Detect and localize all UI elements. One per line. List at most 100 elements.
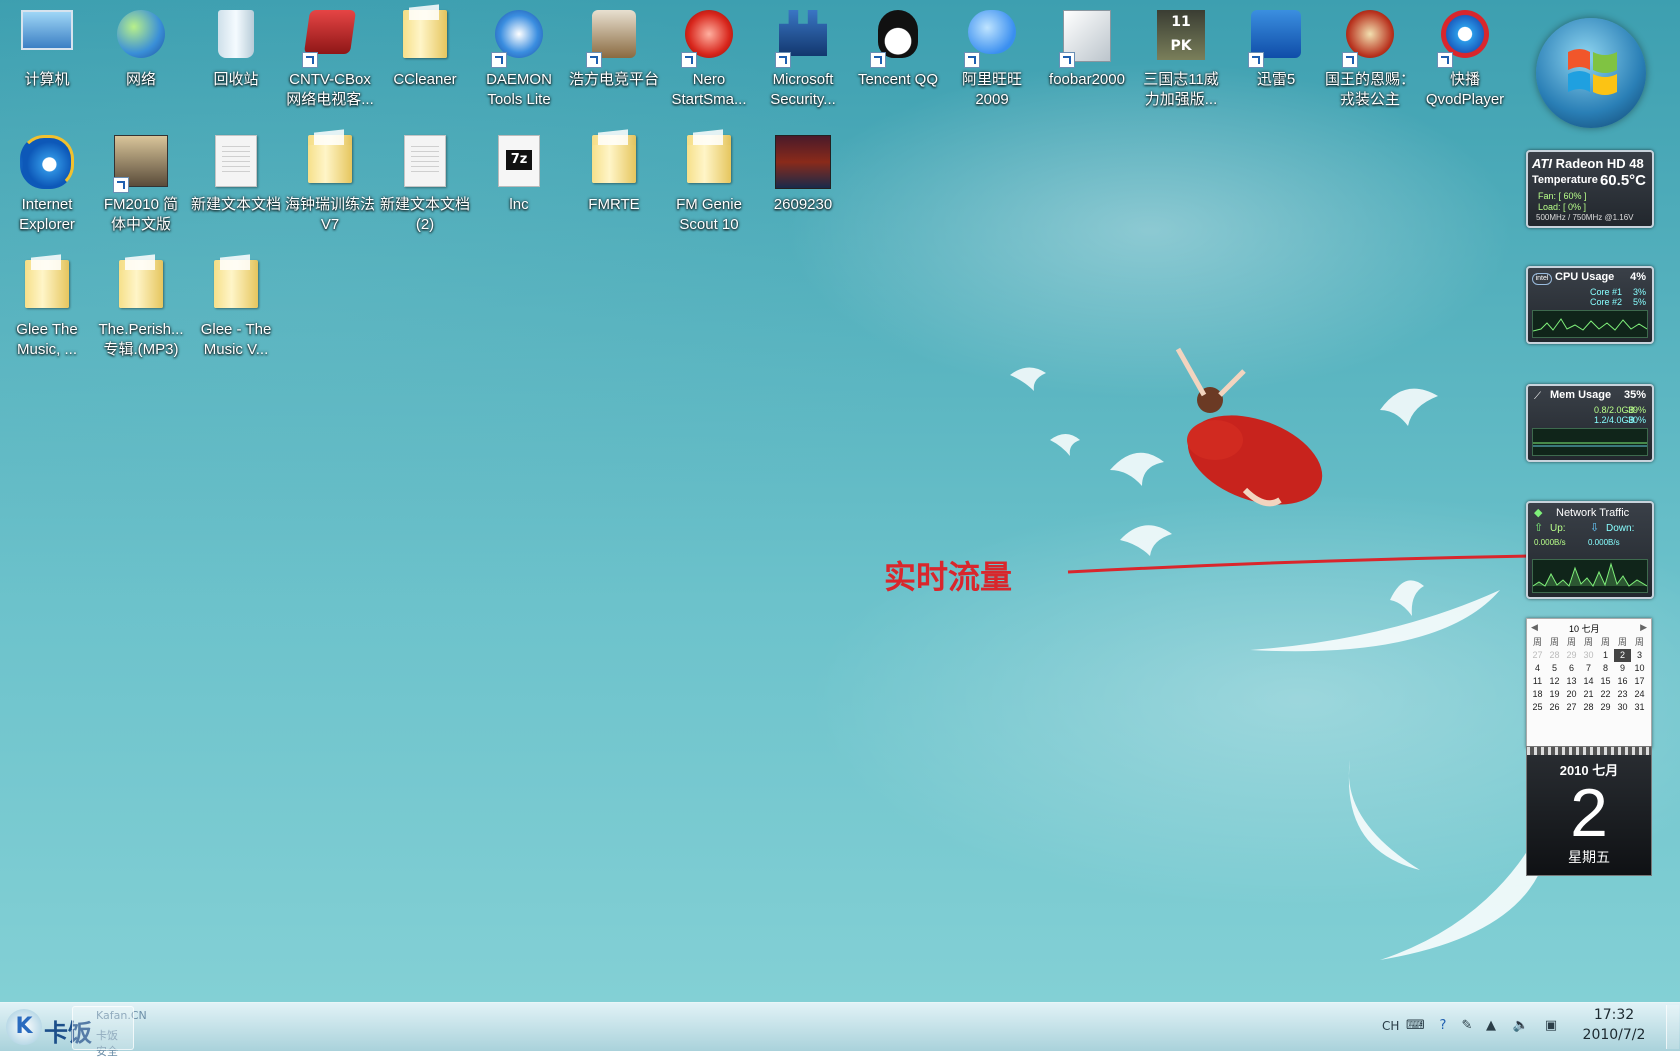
calendar-day[interactable]: 26 [1546,701,1563,714]
show-desktop-button[interactable] [1666,1005,1679,1049]
date-day: 2 [1570,775,1608,851]
calendar-day[interactable]: 7 [1580,662,1597,675]
desktop-icon-label: 新建文本文档 [191,196,282,213]
core1-label: Core #1 [1590,287,1623,297]
calendar-day[interactable]: 29 [1563,649,1580,662]
desktop-icon-ms-security[interactable]: Microsoft Security... [756,2,850,114]
network-icon: ◆ [1534,507,1543,519]
calendar-day[interactable]: 31 [1631,701,1648,714]
calendar-day[interactable]: 23 [1614,688,1631,701]
desktop-icon-training-folder[interactable]: 海钟瑞训练法 V7 [283,127,377,239]
shortcut-arrow-icon [113,177,129,193]
calendar-day[interactable]: 27 [1563,701,1580,714]
calendar-day[interactable]: 3 [1631,649,1648,662]
calendar-day[interactable]: 28 [1580,701,1597,714]
desktop-icon-fmrte[interactable]: FMRTE [567,127,661,239]
calendar-gadget[interactable]: ◀ 10 七月 ▶ 周周周周周周周 27 28 29 30 1 2 3 4 5 6 7 8 9 10 11 12… [1526,618,1652,748]
next-month-icon[interactable]: ▶ [1640,622,1647,633]
calendar-day[interactable]: 28 [1546,649,1563,662]
desktop-icon-glee-music-v[interactable]: Glee - The Music V... [189,252,283,364]
clock[interactable]: 17:32 2010/7/2 [1572,1007,1656,1043]
calendar-day[interactable]: 13 [1563,675,1580,688]
desktop-icon-label: DAEMON Tools Lite [486,71,552,108]
taskbar-window-button[interactable] [72,1006,134,1050]
mem-gadget[interactable]: ⟋ Mem Usage 35% 0.8/2.0GB 39% 1.2/4.0GB … [1526,384,1654,462]
calendar-day[interactable]: 17 [1631,675,1648,688]
desktop-icon-qvodplayer[interactable]: 快播 QvodPlayer [1418,2,1512,114]
desktop-icon-label: FMRTE [588,196,640,213]
calendar-day[interactable]: 12 [1546,675,1563,688]
desktop-icon-label: 国王的恩赐： 戎装公主 [1325,71,1416,108]
desktop-icon-image-2609230[interactable]: 2609230 [756,127,850,239]
calendar-day[interactable]: 22 [1597,688,1614,701]
calendar-day[interactable]: 10 [1631,662,1648,675]
network-gadget[interactable]: ◆ Network Traffic ⇧ Up: ⇩ Down: 0.000B/s… [1526,501,1654,599]
show-hidden-icons-icon[interactable]: ▲ [1482,1017,1500,1035]
calendar-day[interactable]: 8 [1597,662,1614,675]
date-gadget[interactable]: 2010 七月 2 星期五 [1526,746,1652,876]
desktop-icon-foobar2000[interactable]: foobar2000 [1040,2,1134,114]
desktop-icon-ccleaner[interactable]: CCleaner [378,2,472,114]
pen-icon[interactable]: ✎ [1458,1017,1476,1035]
desktop-icon-fm-genie[interactable]: FM Genie Scout 10 [662,127,756,239]
desktop-icon-label: 回收站 [213,71,259,88]
network-tray-icon[interactable]: ▣ [1542,1017,1560,1035]
desktop-icon-label: FM2010 简 体中文版 [103,196,179,233]
desktop-icon-recycle-bin[interactable]: 回收站 [189,2,283,114]
calendar-day[interactable]: 20 [1563,688,1580,701]
volume-icon[interactable]: 🔈 [1512,1017,1530,1035]
calendar-day[interactable]: 30 [1580,649,1597,662]
calendar-weekday: 周 [1549,637,1559,647]
language-indicator[interactable]: CH [1382,1019,1399,1033]
calendar-day[interactable]: 29 [1597,701,1614,714]
calendar-day[interactable]: 16 [1614,675,1631,688]
date-weekday: 星期五 [1568,849,1610,865]
desktop-icon-aliwangwang[interactable]: 阿里旺旺 2009 [945,2,1039,114]
desktop-icon-internet-explorer[interactable]: Internet Explorer [0,127,94,239]
desktop-icon-sanguozhi[interactable]: 11 PK 三国志11威 力加强版... [1134,2,1228,114]
gpu-fan: Fan: [ 60% ] [1538,191,1587,201]
calendar-day[interactable]: 11 [1529,675,1546,688]
keyboard-icon[interactable]: ⌨ [1406,1017,1425,1035]
calendar-day[interactable]: 1 [1597,649,1614,662]
calendar-day[interactable]: 30 [1614,701,1631,714]
desktop-icon-computer[interactable]: 计算机 [0,2,94,114]
desktop-icon-haofang[interactable]: 浩方电竞平台 [567,2,661,114]
desktop-icon-king-game[interactable]: 国王的恩赐： 戎装公主 [1323,2,1417,114]
calendar-day[interactable]: 27 [1529,649,1546,662]
desktop-icon-network[interactable]: 网络 [94,2,188,114]
desktop-icon-new-text-doc-2[interactable]: 新建文本文档 (2) [378,127,472,239]
calendar-day[interactable]: 21 [1580,688,1597,701]
cpu-gadget[interactable]: intel CPU Usage 4% Core #1 3% Core #2 5% [1526,266,1654,344]
calendar-day[interactable]: 15 [1597,675,1614,688]
desktop-icon-cntv-cbox[interactable]: CNTV-CBox 网络电视客... [283,2,377,114]
desktop-icon-new-text-doc[interactable]: 新建文本文档 [189,127,283,239]
calendar-day[interactable]: 2 [1614,649,1631,662]
calendar-day[interactable]: 24 [1631,688,1648,701]
calendar-day[interactable]: 4 [1529,662,1546,675]
calendar-day[interactable]: 5 [1546,662,1563,675]
calendar-day[interactable]: 6 [1563,662,1580,675]
calendar-day[interactable]: 25 [1529,701,1546,714]
desktop-icon-daemon-tools[interactable]: DAEMON Tools Lite [472,2,566,114]
calendar-day[interactable]: 9 [1614,662,1631,675]
desktop-icon-tencent-qq[interactable]: Tencent QQ [851,2,945,114]
desktop-icon-the-perish[interactable]: The.Perish... 专辑.(MP3) [94,252,188,364]
desktop-icon-xunlei[interactable]: 迅雷5 [1229,2,1323,114]
calendar-day[interactable]: 19 [1546,688,1563,701]
desktop-icon-fm2010[interactable]: FM2010 简 体中文版 [94,127,188,239]
gpu-gadget[interactable]: ATI Radeon HD 48 Temperature 60.5°C Fan:… [1526,150,1654,228]
mem-value: 35% [1623,389,1646,401]
gpu-temp-label: Temperature [1532,174,1598,186]
up-value: 0.000B/s [1534,538,1566,547]
desktop-icon-glee-music[interactable]: Glee The Music, ... [0,252,94,364]
calendar-day[interactable]: 18 [1529,688,1546,701]
calendar-day[interactable]: 14 [1580,675,1597,688]
prev-month-icon[interactable]: ◀ [1531,622,1538,633]
desktop-icon-inc[interactable]: 7z lnc [472,127,566,239]
gpu-temp-value: 60.5°C [1599,172,1646,189]
king-game-icon [1342,10,1398,68]
help-icon[interactable]: ? [1434,1017,1452,1035]
down-value: 0.000B/s [1588,538,1620,547]
desktop-icon-nero[interactable]: Nero StartSma... [662,2,756,114]
